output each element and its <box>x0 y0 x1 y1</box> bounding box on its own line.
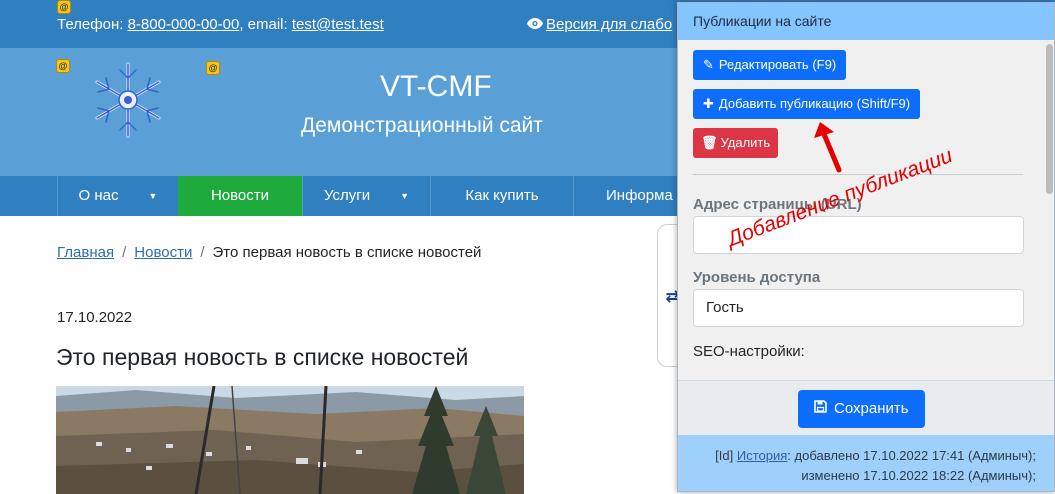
panel-scrollbar[interactable] <box>1044 40 1054 380</box>
info-changed: изменено 17.10.2022 18:22 (Админыч); <box>801 468 1036 483</box>
news-date: 17.10.2022 <box>57 309 133 326</box>
site-title: VT-CMF <box>380 70 492 103</box>
breadcrumb: Главная / Новости / Это первая новость в спи… <box>57 244 481 261</box>
plus-icon: ✚ <box>703 96 714 111</box>
news-image <box>56 386 524 494</box>
scrollbar-thumb[interactable] <box>1046 44 1053 194</box>
caret-down-icon[interactable]: ▼ <box>400 176 409 216</box>
news-title: Это первая новость в списке новостей <box>56 344 469 370</box>
save-button-label: Сохранить <box>834 400 909 417</box>
delete-button[interactable]: 🗑 Удалить <box>693 128 779 158</box>
edit-marker-icon[interactable]: @ <box>206 61 220 75</box>
eye-icon <box>527 16 543 33</box>
nav-item-about[interactable]: О нас ▼ <box>57 176 178 216</box>
nav-item-services[interactable]: Услуги ▼ <box>302 176 430 216</box>
info-id: [Id] <box>715 448 734 463</box>
trash-icon: 🗑 <box>701 135 718 150</box>
info-added: : добавлено 17.10.2022 17:41 (Админыч); <box>787 448 1036 463</box>
contacts: Телефон: 8-800-000-00-00, email: test@te… <box>57 16 384 33</box>
seo-settings-label: SEO-настройки: <box>693 343 805 360</box>
email-link[interactable]: test@test.test <box>292 16 384 33</box>
nav-item-label: О нас <box>78 187 119 204</box>
access-level-label: Уровень доступа <box>693 269 821 286</box>
phone-label: Телефон: <box>57 16 124 33</box>
nav-item-info[interactable]: Информа <box>573 176 693 216</box>
edit-button[interactable]: ✎ Редактировать (F9) <box>693 50 847 80</box>
edit-button-label: Редактировать (F9) <box>718 57 837 72</box>
caret-down-icon[interactable]: ▼ <box>149 176 158 216</box>
annotation-arrow-icon <box>814 122 842 173</box>
email-label: , email: <box>239 16 288 33</box>
history-link[interactable]: История <box>737 448 787 463</box>
nav-item-label: Новости <box>210 187 270 204</box>
nav-item-label: Информа <box>606 187 673 204</box>
info-line-added: [Id] История: добавлено 17.10.2022 17:41… <box>678 446 1036 466</box>
accessible-version-link[interactable]: Версия для слабо <box>527 16 672 33</box>
breadcrumb-separator: / <box>122 244 127 261</box>
delete-button-label: Удалить <box>720 135 771 150</box>
edit-marker-icon[interactable]: @ <box>57 0 71 14</box>
save-button[interactable]: Сохранить <box>798 390 925 428</box>
breadcrumb-separator: / <box>200 244 205 261</box>
publication-info: [Id] История: добавлено 17.10.2022 17:41… <box>678 435 1054 491</box>
floppy-disk-icon <box>814 390 827 428</box>
pencil-square-icon: ✎ <box>703 57 714 72</box>
nav-item-label: Услуги <box>323 187 371 204</box>
add-publication-button[interactable]: ✚ Добавить публикацию (Shift/F9) <box>693 89 921 119</box>
breadcrumb-current: Это первая новость в списке новостей <box>212 244 482 261</box>
nav-item-how-to-buy[interactable]: Как купить <box>430 176 573 216</box>
snowflake-logo-icon[interactable] <box>88 60 168 140</box>
edit-marker-icon[interactable]: @ <box>56 59 70 73</box>
site-subtitle: Демонстрационный сайт <box>301 114 543 137</box>
breadcrumb-news-link[interactable]: Новости <box>134 244 192 261</box>
breadcrumb-home-link[interactable]: Главная <box>57 244 114 261</box>
add-publication-label: Добавить публикацию (Shift/F9) <box>718 96 911 111</box>
panel-title: Публикации на сайте <box>678 3 1054 40</box>
nav-item-label: Как купить <box>465 187 539 204</box>
phone-link[interactable]: 8-800-000-00-00 <box>128 16 240 33</box>
nav-item-news[interactable]: Новости <box>178 176 302 216</box>
accessible-version-label: Версия для слабо <box>546 16 673 33</box>
panel-divider <box>693 174 1023 175</box>
access-level-select[interactable]: Гость <box>693 289 1024 327</box>
